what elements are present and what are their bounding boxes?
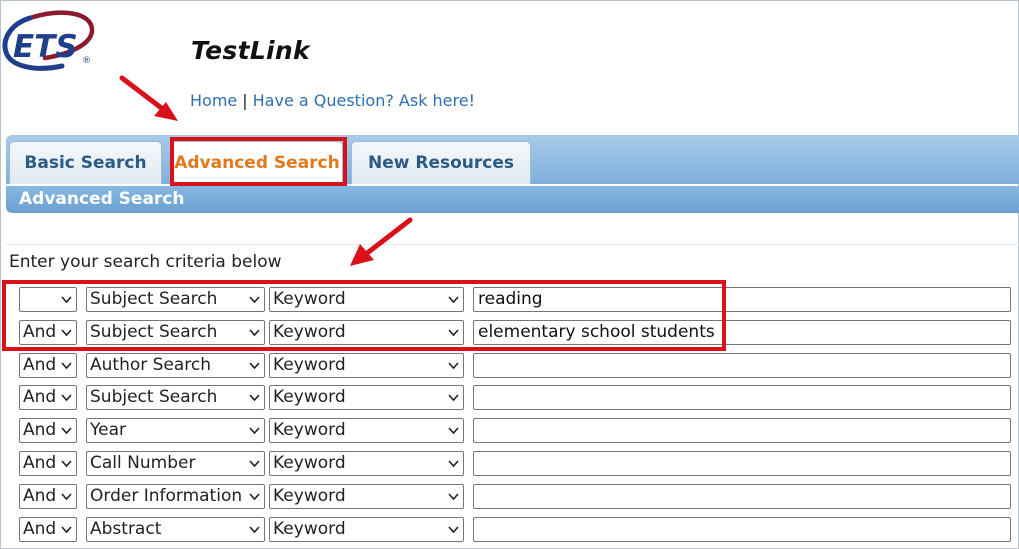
boolean-operator-select[interactable]: And (19, 517, 77, 542)
search-term-input[interactable] (473, 353, 1011, 378)
chevron-down-icon (61, 518, 72, 534)
search-row: And Subject Search Keyword (0, 385, 1019, 413)
tab-bar: Basic Search Advanced Search New Resourc… (6, 135, 1019, 184)
search-mode-select[interactable]: Keyword (269, 353, 464, 378)
annotation-arrow-tab (119, 75, 178, 121)
svg-text:®: ® (82, 56, 91, 66)
search-term-input[interactable] (473, 385, 1011, 410)
search-mode-select[interactable]: Keyword (269, 385, 464, 410)
search-mode-select[interactable]: Keyword (269, 484, 464, 509)
chevron-down-icon (61, 386, 72, 402)
search-field-select[interactable]: Author Search (86, 353, 265, 378)
section-header: Advanced Search (6, 186, 1019, 213)
search-term-input[interactable] (473, 451, 1011, 476)
search-row: And Order Information Keyword (0, 484, 1019, 512)
chevron-down-icon (61, 485, 72, 501)
app-title: TestLink (191, 36, 310, 65)
search-row: And Author Search Keyword (0, 353, 1019, 381)
chevron-down-icon (249, 485, 260, 501)
annotation-arrow-rows (350, 217, 413, 266)
search-field-select[interactable]: Abstract (86, 517, 265, 542)
chevron-down-icon (249, 452, 260, 468)
home-link[interactable]: Home (190, 91, 237, 110)
chevron-down-icon (249, 386, 260, 402)
divider (6, 244, 1019, 245)
criteria-label: Enter your search criteria below (9, 252, 282, 272)
svg-text:ETS: ETS (13, 29, 78, 65)
search-term-input[interactable] (473, 484, 1011, 509)
search-row: And Abstract Keyword (0, 517, 1019, 545)
chevron-down-icon (61, 452, 72, 468)
highlight-box-tab (170, 137, 347, 186)
chevron-down-icon (448, 518, 459, 534)
chevron-down-icon (249, 518, 260, 534)
chevron-down-icon (448, 452, 459, 468)
top-links: Home | Have a Question? Ask here! (190, 91, 475, 110)
highlight-box-rows (2, 280, 726, 351)
search-row: And Call Number Keyword (0, 451, 1019, 479)
search-term-input[interactable] (473, 517, 1011, 542)
ask-question-link[interactable]: Have a Question? Ask here! (253, 91, 475, 110)
chevron-down-icon (61, 419, 72, 435)
boolean-operator-select[interactable]: And (19, 353, 77, 378)
chevron-down-icon (448, 419, 459, 435)
search-mode-select[interactable]: Keyword (269, 418, 464, 443)
tab-basic-search[interactable]: Basic Search (9, 141, 162, 184)
ets-logo: ETS ® (0, 10, 100, 74)
chevron-down-icon (249, 354, 260, 370)
chevron-down-icon (249, 419, 260, 435)
boolean-operator-select[interactable]: And (19, 484, 77, 509)
search-mode-select[interactable]: Keyword (269, 517, 464, 542)
search-term-input[interactable] (473, 418, 1011, 443)
chevron-down-icon (448, 386, 459, 402)
boolean-operator-select[interactable]: And (19, 451, 77, 476)
chevron-down-icon (448, 485, 459, 501)
tab-new-resources[interactable]: New Resources (351, 141, 531, 184)
search-field-select[interactable]: Year (86, 418, 265, 443)
search-row: And Year Keyword (0, 418, 1019, 446)
boolean-operator-select[interactable]: And (19, 418, 77, 443)
search-field-select[interactable]: Call Number (86, 451, 265, 476)
chevron-down-icon (448, 354, 459, 370)
search-mode-select[interactable]: Keyword (269, 451, 464, 476)
search-field-select[interactable]: Order Information (86, 484, 265, 509)
search-field-select[interactable]: Subject Search (86, 385, 265, 410)
link-separator: | (242, 91, 248, 110)
chevron-down-icon (61, 354, 72, 370)
boolean-operator-select[interactable]: And (19, 385, 77, 410)
